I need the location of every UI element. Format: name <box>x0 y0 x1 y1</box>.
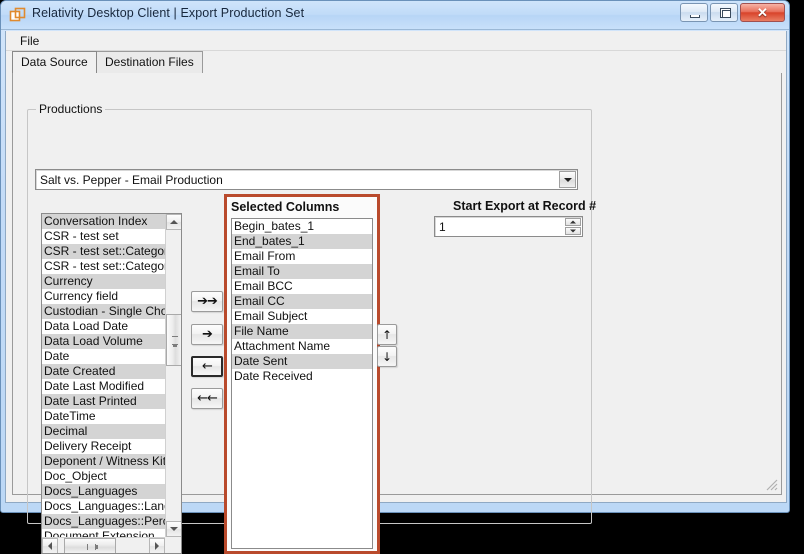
available-field-item[interactable]: Deponent / Witness Kit <box>42 454 166 469</box>
arrow-up-icon <box>170 220 178 224</box>
available-fields-listbox[interactable]: Conversation Index CSR - test set CSR - te… <box>41 213 182 554</box>
available-field-item[interactable]: Doc_Object <box>42 469 166 484</box>
minimize-icon <box>690 15 700 18</box>
menu-item-file[interactable]: File <box>16 34 43 48</box>
title-bar[interactable]: Relativity Desktop Client | Export Produ… <box>1 1 789 30</box>
available-field-item[interactable]: Currency <box>42 274 166 289</box>
maximize-button[interactable] <box>710 3 738 22</box>
maximize-icon <box>720 8 731 18</box>
available-field-item[interactable]: Conversation Index <box>42 214 166 229</box>
spinner-up-button[interactable] <box>565 218 581 226</box>
tab-page-data-source: Productions Salt vs. Pepper - Email Prod… <box>12 73 782 554</box>
vertical-scroll-thumb[interactable] <box>166 314 181 366</box>
available-field-item[interactable]: Docs_Languages::Langu <box>42 499 166 514</box>
available-field-item[interactable]: CSR - test set <box>42 229 166 244</box>
available-field-item[interactable]: Docs_Languages <box>42 484 166 499</box>
move-left-button[interactable]: ← <box>191 356 223 377</box>
production-dropdown[interactable]: Salt vs. Pepper - Email Production <box>35 169 578 190</box>
tab-data-source[interactable]: Data Source <box>12 51 97 73</box>
available-field-item[interactable]: Docs_Languages::Perce <box>42 514 166 529</box>
selected-column-item[interactable]: Email Subject <box>232 309 372 324</box>
available-field-item[interactable]: Data Load Date <box>42 319 166 334</box>
available-field-item[interactable]: Decimal <box>42 424 166 439</box>
available-field-item[interactable]: DateTime <box>42 409 166 424</box>
selected-column-item[interactable]: Email To <box>232 264 372 279</box>
arrow-right-icon <box>155 542 159 550</box>
arrow-left-icon <box>48 542 52 550</box>
arrow-up-icon <box>570 220 576 224</box>
scroll-right-button[interactable] <box>149 538 165 553</box>
scroll-left-button[interactable] <box>42 538 58 553</box>
available-field-item[interactable]: Date Last Printed <box>42 394 166 409</box>
arrow-down-icon <box>570 229 576 233</box>
minimize-button[interactable] <box>680 3 708 22</box>
application-window: Relativity Desktop Client | Export Produ… <box>0 0 790 554</box>
tab-destination-files[interactable]: Destination Files <box>96 51 203 73</box>
client-area: File Data Source Destination Files Produ… <box>5 31 787 554</box>
move-down-button[interactable]: ↓ <box>377 346 397 367</box>
tab-strip: Data Source Destination Files <box>12 51 782 73</box>
production-dropdown-value: Salt vs. Pepper - Email Production <box>40 173 223 187</box>
available-field-item[interactable]: Delivery Receipt <box>42 439 166 454</box>
start-export-label: Start Export at Record # <box>453 199 597 213</box>
available-fields-items: Conversation Index CSR - test set CSR - te… <box>42 214 166 553</box>
scroll-up-button[interactable] <box>166 214 181 230</box>
selected-columns-listbox[interactable]: Begin_bates_1 End_bates_1 Email From Email … <box>231 218 373 549</box>
available-field-item[interactable]: CSR - test set::Category <box>42 259 166 274</box>
selected-column-item[interactable]: Email CC <box>232 294 372 309</box>
selected-column-item[interactable]: File Name <box>232 324 372 339</box>
move-right-button[interactable]: ➔ <box>191 324 223 345</box>
spinner-down-button[interactable] <box>565 227 581 235</box>
selected-columns-highlight: Selected Columns Begin_bates_1 End_bates_… <box>224 194 380 554</box>
selected-column-item[interactable]: Date Received <box>232 369 372 384</box>
arrow-down-icon <box>170 527 178 531</box>
chevron-down-icon[interactable] <box>559 171 576 188</box>
relativity-logo-icon <box>9 7 26 22</box>
productions-group-label: Productions <box>36 102 106 116</box>
scroll-down-button[interactable] <box>166 521 181 537</box>
window-title: Relativity Desktop Client | Export Produ… <box>32 6 305 20</box>
available-fields-vertical-scrollbar[interactable] <box>165 214 181 537</box>
selected-column-item[interactable]: Date Sent <box>232 354 372 369</box>
available-field-item[interactable]: Data Load Volume <box>42 334 166 349</box>
move-all-left-button[interactable]: ←← <box>191 388 223 409</box>
available-field-item[interactable]: Date Last Modified <box>42 379 166 394</box>
selected-column-item[interactable]: Attachment Name <box>232 339 372 354</box>
selected-column-item[interactable]: End_bates_1 <box>232 234 372 249</box>
move-all-right-button[interactable]: ➔➔ <box>191 291 223 312</box>
available-fields-horizontal-scrollbar[interactable] <box>42 537 165 553</box>
selected-columns-title: Selected Columns <box>231 200 340 214</box>
resize-grip[interactable] <box>764 477 778 491</box>
close-button[interactable]: ✕ <box>740 3 785 22</box>
selected-column-item[interactable]: Email BCC <box>232 279 372 294</box>
scrollbar-corner <box>165 537 181 553</box>
horizontal-scroll-thumb[interactable] <box>64 538 116 553</box>
move-up-button[interactable]: ↑ <box>377 324 397 345</box>
available-field-item[interactable]: Date Created <box>42 364 166 379</box>
available-field-item[interactable]: Currency field <box>42 289 166 304</box>
start-export-record-value: 1 <box>439 220 446 234</box>
start-export-record-input[interactable]: 1 <box>434 216 583 237</box>
available-field-item[interactable]: Date <box>42 349 166 364</box>
window-controls: ✕ <box>680 3 785 22</box>
menu-bar: File <box>6 31 786 51</box>
available-field-item[interactable]: Custodian - Single Choic <box>42 304 166 319</box>
close-icon: ✕ <box>757 4 768 20</box>
selected-column-item[interactable]: Begin_bates_1 <box>232 219 372 234</box>
selected-column-item[interactable]: Email From <box>232 249 372 264</box>
available-field-item[interactable]: CSR - test set::Category <box>42 244 166 259</box>
